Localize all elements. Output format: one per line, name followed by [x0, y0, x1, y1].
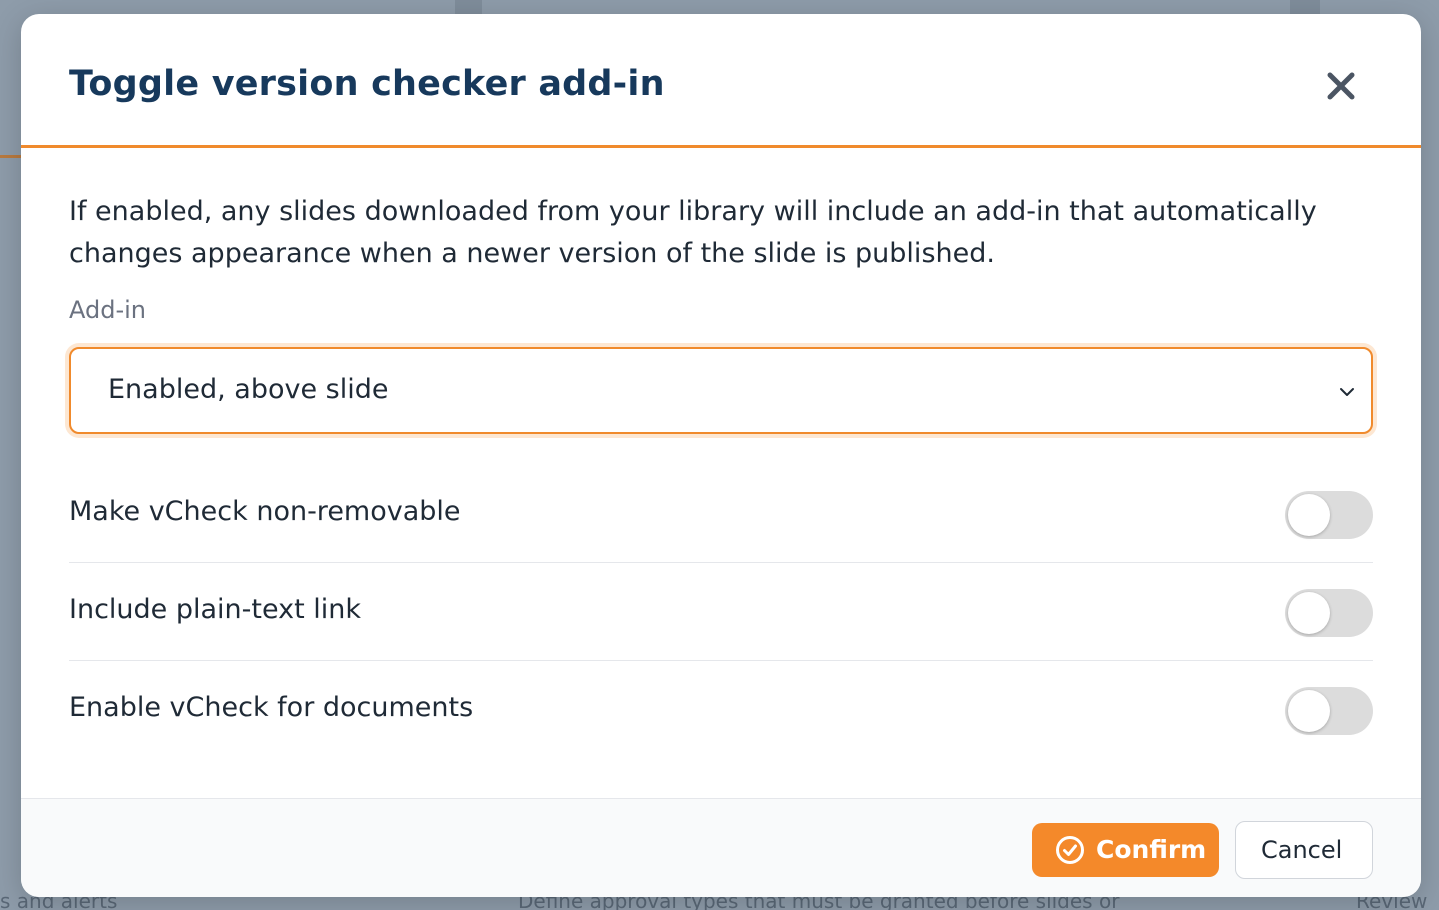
dialog-header: Toggle version checker add-in	[21, 14, 1421, 148]
toggle-row-plain-text-link: Include plain-text link	[69, 563, 1373, 661]
dialog-description: If enabled, any slides downloaded from y…	[69, 196, 1317, 269]
non-removable-toggle[interactable]	[1285, 491, 1373, 539]
toggle-version-checker-dialog: Toggle version checker add-in If enabled…	[21, 14, 1421, 897]
addin-select[interactable]: Enabled, above slide	[69, 347, 1373, 434]
toggle-label: Enable vCheck for documents	[69, 692, 474, 723]
dialog-footer: Confirm Cancel	[21, 798, 1421, 897]
toggle-knob	[1288, 592, 1330, 634]
check-circle-icon	[1056, 836, 1084, 864]
toggle-row-non-removable: Make vCheck non-removable	[69, 465, 1373, 563]
close-icon	[1327, 72, 1355, 100]
confirm-button[interactable]: Confirm	[1032, 823, 1219, 877]
plain-text-link-toggle[interactable]	[1285, 589, 1373, 637]
cancel-label: Cancel	[1261, 836, 1343, 864]
background-accent-line	[0, 155, 22, 158]
addin-field-label: Add-in	[69, 296, 147, 324]
chevron-down-icon	[1340, 388, 1354, 396]
toggle-knob	[1288, 494, 1330, 536]
dialog-title: Toggle version checker add-in	[69, 64, 665, 104]
background-divider	[455, 0, 482, 14]
background-divider	[1290, 0, 1320, 14]
toggle-label: Include plain-text link	[69, 594, 362, 625]
confirm-label: Confirm	[1096, 835, 1207, 864]
toggle-knob	[1288, 690, 1330, 732]
toggle-label: Make vCheck non-removable	[69, 496, 461, 527]
documents-toggle[interactable]	[1285, 687, 1373, 735]
close-button[interactable]	[1321, 66, 1361, 106]
cancel-button[interactable]: Cancel	[1235, 821, 1373, 879]
addin-select-value: Enabled, above slide	[108, 374, 389, 405]
toggle-row-documents: Enable vCheck for documents	[69, 661, 1373, 759]
